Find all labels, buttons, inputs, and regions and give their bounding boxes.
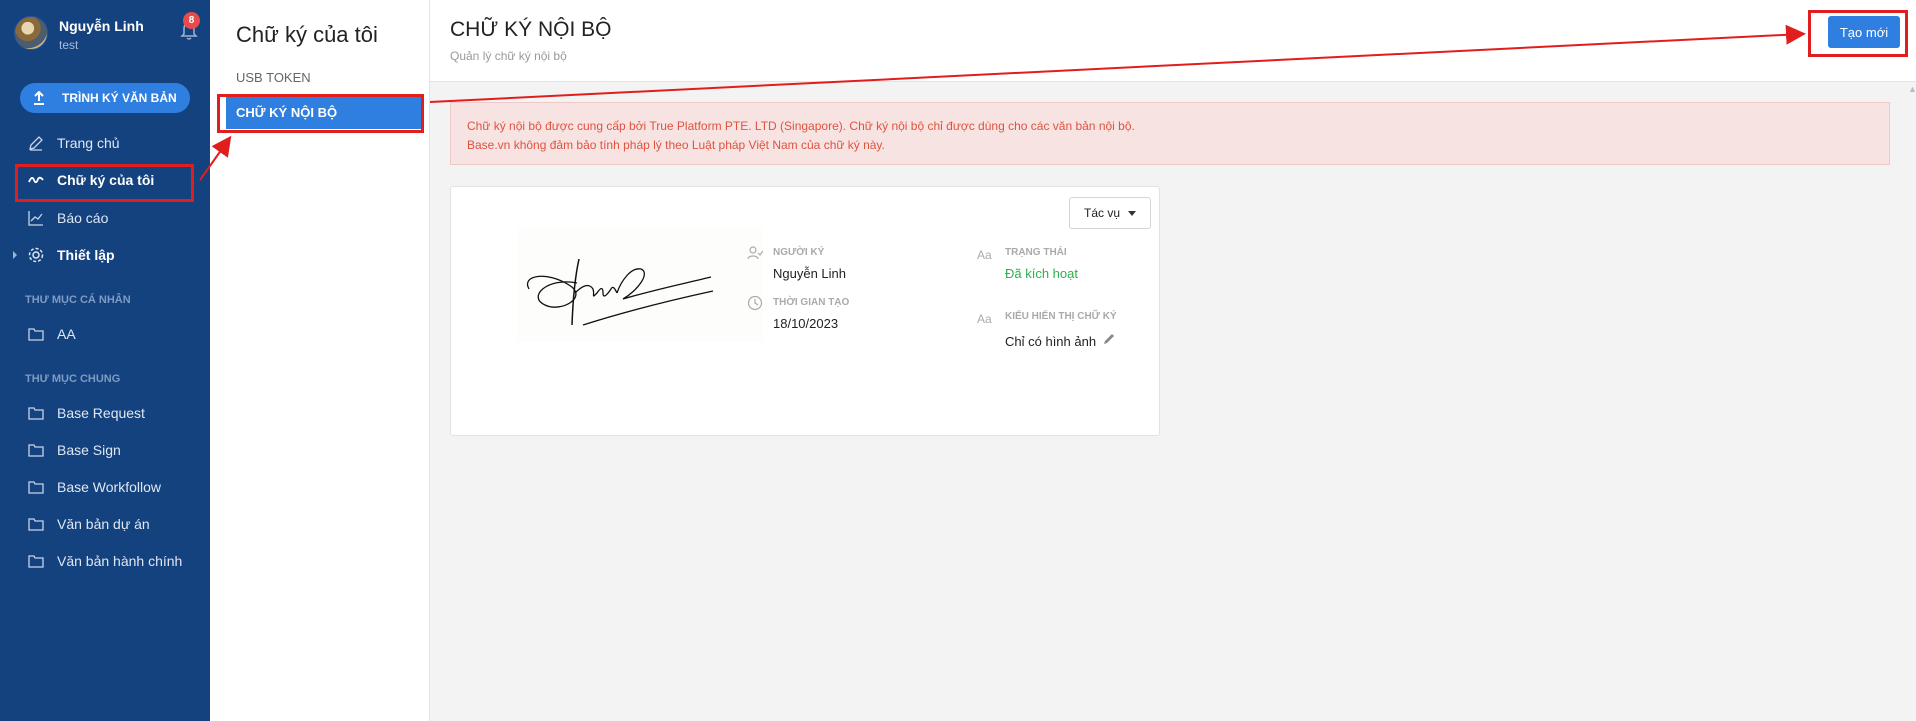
sidebar-item-label: Trang chủ xyxy=(57,135,120,151)
folder-item-base-workfollow[interactable]: Base Workfollow xyxy=(16,472,192,502)
main-sidebar: Nguyễn Linh test 8 TRÌNH KÝ VĂN BẢN Tran… xyxy=(0,0,210,721)
expand-caret-icon[interactable] xyxy=(13,251,17,259)
folder-icon xyxy=(28,518,44,531)
user-profile[interactable]: Nguyễn Linh test xyxy=(14,14,199,58)
folder-label: AA xyxy=(57,326,76,342)
text-type-icon: Aa xyxy=(977,248,992,262)
chart-icon xyxy=(28,211,43,226)
pen-icon xyxy=(29,136,43,151)
sidebar-item-label: Thiết lập xyxy=(57,247,115,263)
sidebar-item-reports[interactable]: Báo cáo xyxy=(16,203,192,233)
sidebar-item-label: Báo cáo xyxy=(57,210,109,226)
notice-line-2: Base.vn không đảm bảo tính pháp lý theo … xyxy=(467,138,885,152)
folder-item-base-sign[interactable]: Base Sign xyxy=(16,435,192,465)
annotation-box-create-button xyxy=(1808,10,1908,57)
folder-icon xyxy=(28,481,44,494)
annotation-box-subnav xyxy=(217,94,424,133)
folder-item-project-documents[interactable]: Văn bản dự án xyxy=(16,509,192,539)
sidebar-item-home[interactable]: Trang chủ xyxy=(16,128,192,158)
folder-label: Base Request xyxy=(57,405,145,421)
subnav-title: Chữ ký của tôi xyxy=(236,22,378,47)
display-type-value: Chỉ có hình ảnh xyxy=(1005,334,1097,349)
submit-document-label: TRÌNH KÝ VĂN BẢN xyxy=(62,91,177,105)
folder-icon xyxy=(28,444,44,457)
legal-notice: Chữ ký nội bộ được cung cấp bởi True Pla… xyxy=(450,102,1890,165)
actions-label: Tác vụ xyxy=(1083,206,1120,220)
avatar[interactable] xyxy=(14,16,48,50)
annotation-box-sidebar xyxy=(15,164,194,202)
tab-label: USB TOKEN xyxy=(236,69,311,85)
status-label: TRẠNG THÁI xyxy=(1005,247,1067,258)
notice-line-1: Chữ ký nội bộ được cung cấp bởi True Pla… xyxy=(467,119,1135,133)
folder-item-aa[interactable]: AA xyxy=(16,319,192,349)
scrollbar-up-icon[interactable]: ▲ xyxy=(1908,84,1916,94)
tab-usb-token[interactable]: USB TOKEN xyxy=(226,60,422,94)
signature-card: Tác vụ NGƯỜI KÝ Nguyễn Linh Aa TRẠNG THÁ… xyxy=(450,186,1160,436)
folder-label: Văn bản hành chính xyxy=(57,553,183,569)
text-type-icon: Aa xyxy=(977,312,992,326)
main-content: CHỮ KÝ NỘI BỘ Quản lý chữ ký nội bộ Tạo … xyxy=(430,0,1916,721)
submit-document-button[interactable]: TRÌNH KÝ VĂN BẢN xyxy=(20,83,190,113)
chevron-down-icon xyxy=(1128,210,1136,216)
shared-folders-heading: THƯ MỤC CHUNG xyxy=(25,373,121,385)
created-label: THỜI GIAN TẠO xyxy=(773,297,850,308)
folder-icon xyxy=(28,407,44,420)
user-check-icon xyxy=(747,246,763,260)
user-name: Nguyễn Linh xyxy=(59,18,144,34)
personal-folders-heading: THƯ MỤC CÁ NHÂN xyxy=(25,294,131,306)
upload-icon xyxy=(34,91,44,105)
signer-value: Nguyễn Linh xyxy=(773,266,846,281)
created-value: 18/10/2023 xyxy=(773,316,839,331)
folder-icon xyxy=(28,328,44,341)
notification-badge: 8 xyxy=(183,12,200,29)
signature-image xyxy=(517,227,763,342)
edit-pencil-icon[interactable] xyxy=(1102,332,1116,346)
page-subtitle: Quản lý chữ ký nội bộ xyxy=(450,49,567,63)
folder-item-base-request[interactable]: Base Request xyxy=(16,398,192,428)
actions-dropdown[interactable]: Tác vụ xyxy=(1069,197,1151,229)
folder-label: Base Sign xyxy=(57,442,121,458)
gear-icon xyxy=(28,247,44,263)
signer-label: NGƯỜI KÝ xyxy=(773,247,825,258)
clock-icon xyxy=(747,295,763,311)
status-value: Đã kích hoạt xyxy=(1005,266,1078,281)
page-title: CHỮ KÝ NỘI BỘ xyxy=(450,18,612,41)
page-header: CHỮ KÝ NỘI BỘ Quản lý chữ ký nội bộ Tạo … xyxy=(430,0,1916,82)
folder-icon xyxy=(28,555,44,568)
user-subtitle: test xyxy=(59,38,79,52)
sidebar-item-settings[interactable]: Thiết lập xyxy=(13,240,192,270)
signature-subnav: Chữ ký của tôi USB TOKEN CHỮ KÝ NỘI BỘ xyxy=(210,0,430,721)
display-type-label: KIỂU HIỂN THỊ CHỮ KÝ xyxy=(1005,311,1117,322)
folder-label: Văn bản dự án xyxy=(57,516,150,532)
folder-item-administrative-documents[interactable]: Văn bản hành chính xyxy=(16,546,192,576)
folder-label: Base Workfollow xyxy=(57,479,162,495)
